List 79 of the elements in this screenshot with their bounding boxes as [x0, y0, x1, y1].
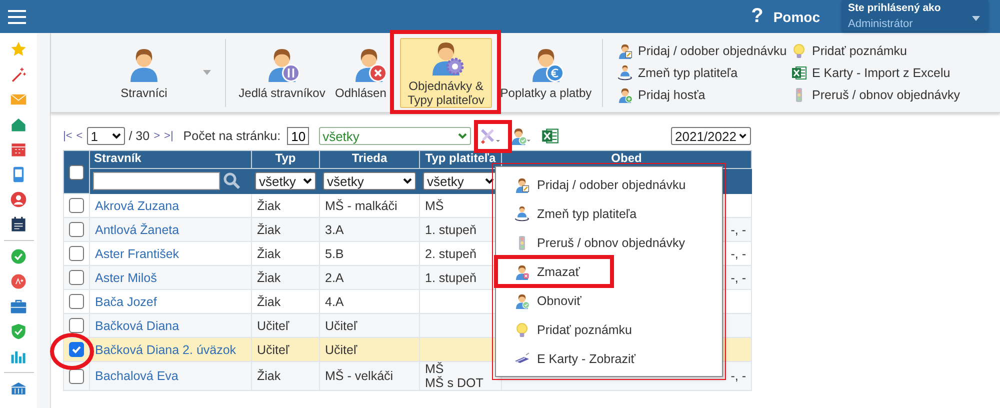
- first-page-link[interactable]: |<: [63, 130, 72, 142]
- toolbar-action[interactable]: Zmeň typ platiteľa: [617, 62, 791, 84]
- toolbar-action[interactable]: Pridať poznámku: [791, 40, 971, 62]
- person-swap-icon: [617, 64, 633, 80]
- tools-icon[interactable]: [478, 127, 501, 145]
- previous-page-link[interactable]: <: [76, 130, 83, 142]
- next-page-link[interactable]: >: [154, 130, 160, 142]
- star-icon[interactable]: [10, 41, 27, 58]
- highlight-circle: [50, 333, 94, 370]
- menu-icon[interactable]: [7, 8, 27, 24]
- person-delete-icon: [514, 264, 530, 280]
- highlight-frame: [474, 120, 512, 153]
- year-select[interactable]: 2021/2022: [671, 127, 751, 145]
- chevron-icon: [112, 133, 121, 139]
- toolbar-action[interactable]: Preruš / obnov objednávky: [791, 84, 971, 106]
- light-bulb-icon: [514, 322, 530, 338]
- checkbox[interactable]: [69, 198, 84, 213]
- schedule-icon[interactable]: [10, 216, 27, 233]
- person-add-icon: [617, 86, 633, 102]
- help-link[interactable]: Pomoc: [773, 8, 820, 24]
- menu-item[interactable]: Pridať poznámku: [496, 315, 644, 344]
- table-cell: MŠ - velkáči: [320, 362, 420, 390]
- page-size-label: Počet na stránku:: [183, 129, 281, 143]
- chevron-icon: [485, 178, 494, 184]
- chevron-icon: [739, 133, 747, 139]
- filter-select[interactable]: všetky: [255, 172, 316, 190]
- column-header: Typ: [252, 150, 320, 168]
- filter-select[interactable]: všetky: [423, 172, 498, 190]
- checkbox[interactable]: [69, 342, 84, 357]
- caret-icon: [972, 16, 980, 21]
- user-name: Administrátor: [848, 18, 913, 30]
- toolbar-button[interactable]: Poplatky a platby: [496, 38, 596, 108]
- person-edit-icon: [617, 42, 633, 58]
- checkbox[interactable]: [69, 270, 84, 285]
- spreadsheet-icon: [791, 64, 807, 80]
- toolbar-action[interactable]: Pridaj hosťa: [617, 84, 791, 106]
- filter-select[interactable]: všetky: [318, 127, 471, 145]
- user-menu[interactable]: Ste prihlásený ako Administrátor: [842, 0, 988, 31]
- help-icon[interactable]: ?: [751, 5, 764, 28]
- page-size-field[interactable]: 10: [286, 127, 309, 145]
- user-caption: Ste prihlásený ako: [848, 2, 942, 14]
- toolbar-button[interactable]: Odhlásen: [332, 38, 390, 108]
- toolbar-button[interactable]: Objednávky & Typy platiteľov: [400, 38, 492, 108]
- column-header: Trieda: [320, 150, 420, 168]
- check-icon[interactable]: [10, 248, 27, 265]
- person-swap-icon: [514, 206, 530, 222]
- bank-icon[interactable]: [10, 380, 27, 397]
- page-total: / 30: [128, 129, 150, 143]
- magic-wand-icon[interactable]: [10, 66, 27, 83]
- checkbox[interactable]: [69, 294, 84, 309]
- person-edit-icon: [514, 176, 530, 192]
- checkbox[interactable]: [69, 368, 84, 384]
- toolbar-button[interactable]: Stravníci: [89, 38, 199, 108]
- checkbox[interactable]: [69, 246, 84, 261]
- briefcase-icon[interactable]: [10, 298, 27, 315]
- toolbar-button[interactable]: Jedlá stravníkov: [232, 38, 332, 108]
- table-cell: Žiak: [252, 362, 320, 390]
- checkbox[interactable]: [69, 222, 84, 237]
- last-page-link[interactable]: >|: [164, 130, 174, 142]
- checkbox[interactable]: [69, 318, 84, 333]
- chevron-icon: [303, 178, 312, 184]
- contact-icon[interactable]: [10, 191, 27, 208]
- shield-icon[interactable]: [10, 323, 27, 340]
- person-check-icon: [514, 292, 530, 308]
- page-select[interactable]: 1: [86, 127, 125, 145]
- toolbar-action[interactable]: E Karty - Import z Excelu: [791, 62, 971, 84]
- column-header: Typ platiteľa: [420, 150, 502, 168]
- home-icon[interactable]: [10, 116, 27, 133]
- search-field[interactable]: [93, 172, 220, 190]
- calendar-icon[interactable]: [10, 141, 27, 158]
- chevron-icon: [403, 178, 412, 184]
- filter-select[interactable]: všetky: [323, 172, 416, 190]
- chevron-icon: [458, 133, 467, 139]
- grade-icon[interactable]: [10, 273, 27, 290]
- column-header: Stravník: [90, 150, 252, 168]
- search-icon[interactable]: [223, 172, 241, 190]
- light-bulb-icon: [791, 42, 807, 58]
- toolbar-action[interactable]: Pridaj / odober objednávku: [617, 40, 791, 62]
- checkbox[interactable]: [69, 164, 84, 180]
